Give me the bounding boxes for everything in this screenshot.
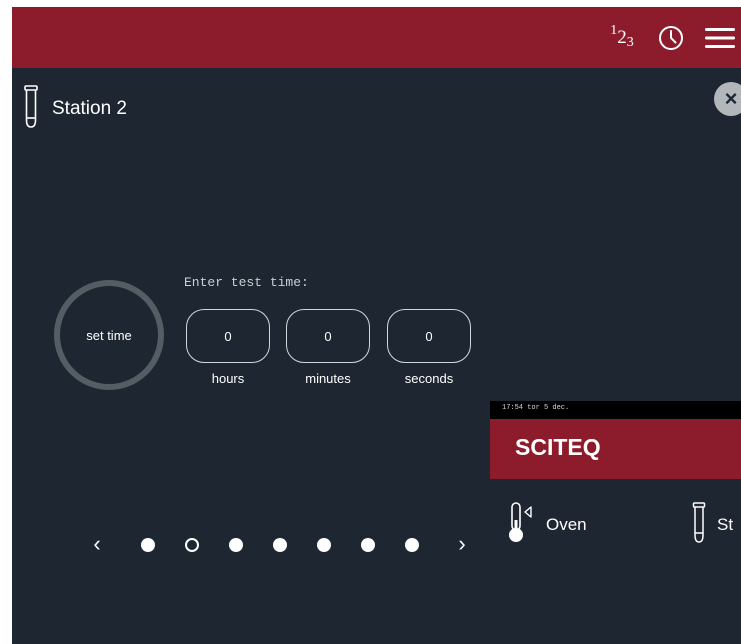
pager-dot[interactable]: [185, 538, 199, 552]
overlay-header: SCITEQ: [490, 419, 741, 479]
station-label: St: [717, 515, 734, 534]
station-header: Station 2: [22, 84, 127, 134]
pager-dot[interactable]: [405, 538, 419, 552]
numbers-digit-2: 2: [617, 26, 627, 48]
pager-dot[interactable]: [361, 538, 375, 552]
station-item[interactable]: St: [691, 501, 734, 545]
station-title: Station 2: [52, 98, 127, 119]
set-time-label: set time: [86, 327, 132, 343]
numbers-digit-3: 3: [626, 34, 634, 50]
app-screen: 123 Station 2 × set time Enter test time…: [12, 7, 741, 644]
test-tube-icon: [22, 84, 40, 134]
oven-item[interactable]: Oven: [506, 501, 587, 545]
pager-prev-button[interactable]: ‹: [87, 529, 107, 559]
minutes-input[interactable]: 0: [286, 309, 370, 363]
numbers-digit-1: 1: [610, 22, 618, 38]
hours-label: hours: [211, 371, 245, 386]
pager-dot[interactable]: [317, 538, 331, 552]
oven-label: Oven: [546, 515, 587, 534]
numbers-icon[interactable]: 123: [604, 7, 640, 68]
set-time-button[interactable]: set time: [54, 280, 164, 390]
minutes-label: minutes: [305, 371, 351, 386]
hours-input[interactable]: 0: [186, 309, 270, 363]
pager-next-button[interactable]: ›: [452, 529, 472, 559]
thermometer-icon: [506, 501, 536, 549]
pager-dot[interactable]: [273, 538, 287, 552]
status-bar: 17:54 tor 5 dec.: [490, 401, 741, 419]
enter-time-prompt: Enter test time:: [184, 275, 309, 290]
seconds-input[interactable]: 0: [387, 309, 471, 363]
pager-dot[interactable]: [229, 538, 243, 552]
top-bar: 123: [12, 7, 741, 68]
close-button[interactable]: ×: [714, 82, 741, 116]
pager-dot[interactable]: [141, 538, 155, 552]
brand-logo: SCITEQ: [515, 434, 601, 460]
menu-icon[interactable]: [702, 7, 738, 68]
test-tube-icon: [691, 501, 707, 549]
clock-icon[interactable]: [653, 7, 689, 68]
preview-overlay: 17:54 tor 5 dec. SCITEQ Oven St: [490, 401, 741, 644]
seconds-label: seconds: [404, 371, 454, 386]
